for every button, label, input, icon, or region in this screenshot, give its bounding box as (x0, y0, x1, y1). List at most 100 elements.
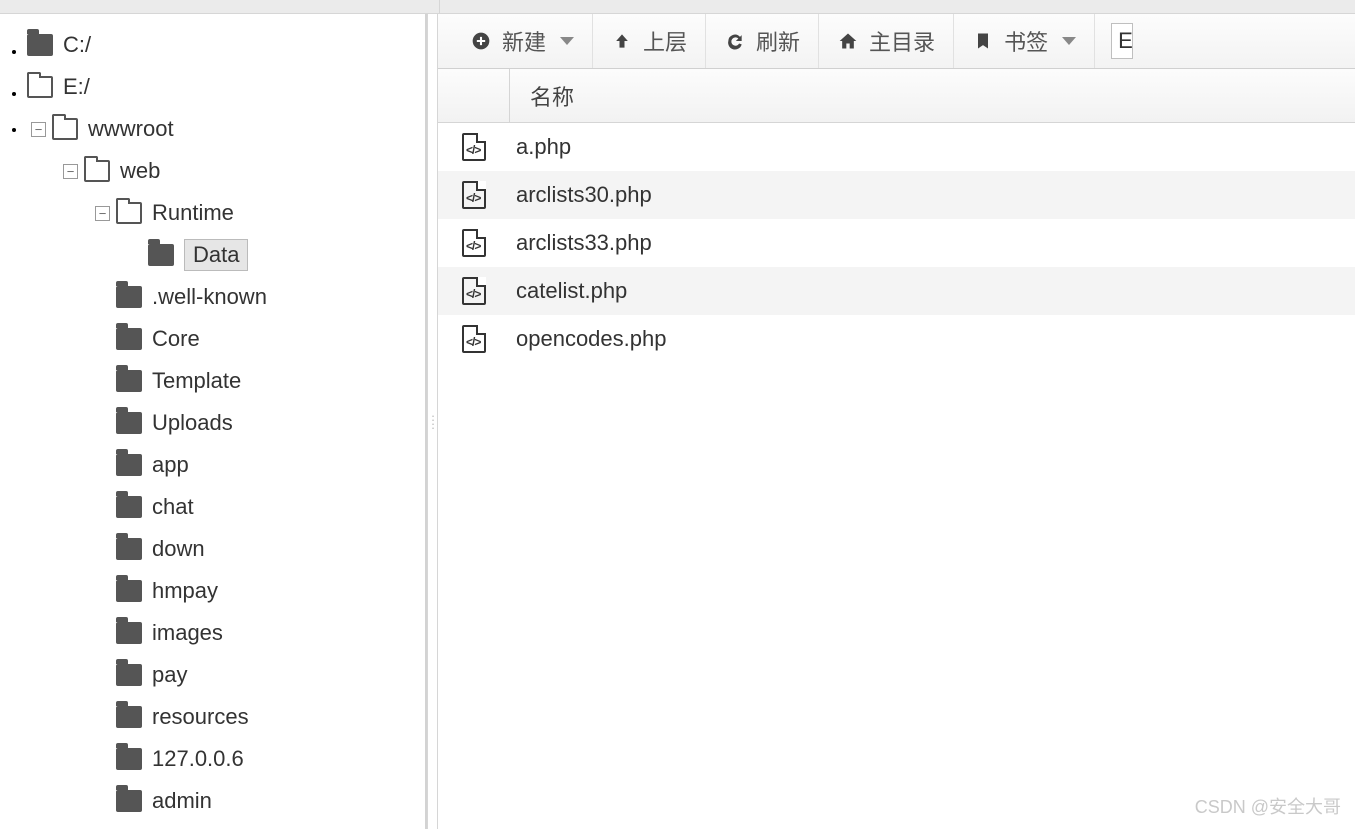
table-row[interactable]: </> a.php (438, 123, 1355, 171)
folder-closed-icon (116, 622, 142, 644)
file-name: arclists33.php (510, 230, 1355, 256)
tree-folder[interactable]: admin (63, 780, 425, 822)
folder-closed-icon (116, 496, 142, 518)
tree-label: resources (152, 704, 249, 730)
collapse-icon[interactable]: − (95, 206, 110, 221)
folder-closed-icon (116, 328, 142, 350)
folder-closed-icon (116, 538, 142, 560)
code-file-icon: </> (462, 277, 486, 305)
folder-closed-icon (116, 286, 142, 308)
tree-folder[interactable]: images (95, 612, 425, 654)
bookmark-button[interactable]: 书签 (954, 14, 1095, 68)
tree-label: admin (152, 788, 212, 814)
tree-label-selected: Data (184, 239, 248, 271)
tree-folder[interactable]: chat (95, 486, 425, 528)
file-list: </>a.php</>arclists30.php</>arclists33.p… (438, 123, 1355, 363)
tree-folder[interactable]: Core (95, 318, 425, 360)
tree-folder[interactable]: Uploads (95, 402, 425, 444)
tree-label: app (152, 452, 189, 478)
tree-label: 127.0.0.6 (152, 746, 244, 772)
collapse-icon[interactable]: − (31, 122, 46, 137)
folder-closed-icon (27, 34, 53, 56)
label: 上层 (643, 25, 687, 57)
tree-folder[interactable]: resources (95, 696, 425, 738)
tree-folder[interactable]: Template (95, 360, 425, 402)
tree-label: Template (152, 368, 241, 394)
table-row[interactable]: </> arclists30.php (438, 171, 1355, 219)
label: 新建 (502, 25, 546, 57)
file-name: a.php (510, 134, 1355, 160)
tree-wwwroot[interactable]: − wwwroot (27, 108, 425, 150)
refresh-button[interactable]: 刷新 (706, 14, 819, 68)
home-icon (837, 30, 859, 52)
tree-folder[interactable]: down (95, 528, 425, 570)
folder-closed-icon (116, 748, 142, 770)
tree-label: wwwroot (88, 116, 174, 142)
folder-closed-icon (116, 706, 142, 728)
file-panel: 新建 上层 刷新 主目录 (438, 14, 1355, 829)
folder-open-icon (27, 76, 53, 98)
chevron-down-icon (560, 37, 574, 45)
tree-drive-c[interactable]: C:/ (27, 24, 425, 66)
refresh-icon (724, 30, 746, 52)
up-button[interactable]: 上层 (593, 14, 706, 68)
title-strip (0, 0, 1355, 14)
folder-closed-icon (148, 244, 174, 266)
pane-resizer[interactable]: ···· (427, 14, 438, 829)
tree-folder[interactable]: hmpay (95, 570, 425, 612)
table-row[interactable]: </> catelist.php (438, 267, 1355, 315)
tree-label: Core (152, 326, 200, 352)
tree-drive-e[interactable]: E:/ (27, 66, 425, 108)
folder-closed-icon (116, 454, 142, 476)
label: 书签 (1004, 25, 1048, 57)
tree-label: Uploads (152, 410, 233, 436)
tree-web[interactable]: − web (63, 150, 425, 192)
path-input[interactable]: E (1111, 23, 1133, 59)
tree-folder[interactable]: 127.0.0.6 (63, 738, 425, 780)
plus-circle-icon (470, 30, 492, 52)
tree-label: images (152, 620, 223, 646)
chevron-down-icon (1062, 37, 1076, 45)
bookmark-icon (972, 30, 994, 52)
label: 刷新 (756, 25, 800, 57)
table-row[interactable]: </>arclists33.php (438, 219, 1355, 267)
arrow-up-icon (611, 30, 633, 52)
file-name: opencodes.php (510, 326, 1355, 352)
table-row[interactable]: </> opencodes.php (438, 315, 1355, 363)
tree-label: Runtime (152, 200, 234, 226)
tree-label: .well-known (152, 284, 267, 310)
folder-closed-icon (116, 370, 142, 392)
tree-folder[interactable]: .well-known (95, 276, 425, 318)
folder-closed-icon (116, 412, 142, 434)
tree-label: C:/ (63, 32, 91, 58)
tree-data[interactable]: Data (127, 234, 425, 276)
label: 主目录 (869, 25, 935, 57)
tree-label: pay (152, 662, 187, 688)
tree-label: hmpay (152, 578, 218, 604)
watermark: CSDN @安全大哥 (1195, 793, 1341, 819)
table-header: 名称 (438, 69, 1355, 123)
file-name: catelist.php (510, 278, 1355, 304)
tree-folder[interactable]: pay (95, 654, 425, 696)
toolbar: 新建 上层 刷新 主目录 (438, 14, 1355, 69)
grip-icon: ···· (431, 414, 434, 430)
folder-open-icon (84, 160, 110, 182)
code-file-icon: </> (462, 325, 486, 353)
tree-label: E:/ (63, 74, 90, 100)
tree-folder[interactable]: app (95, 444, 425, 486)
tree-label: chat (152, 494, 194, 520)
home-button[interactable]: 主目录 (819, 14, 954, 68)
collapse-icon[interactable]: − (63, 164, 78, 179)
tree-label: down (152, 536, 205, 562)
folder-open-icon (116, 202, 142, 224)
code-file-icon: </> (462, 133, 486, 161)
folder-closed-icon (116, 664, 142, 686)
new-button[interactable]: 新建 (452, 14, 593, 68)
tree-runtime[interactable]: − Runtime (95, 192, 425, 234)
file-name: arclists30.php (510, 182, 1355, 208)
header-name-col[interactable]: 名称 (510, 69, 1355, 122)
header-icon-col (438, 69, 510, 122)
code-file-icon: </> (462, 181, 486, 209)
folder-tree: C:/ E:/ − wwwroot − (0, 14, 427, 829)
folder-closed-icon (116, 580, 142, 602)
